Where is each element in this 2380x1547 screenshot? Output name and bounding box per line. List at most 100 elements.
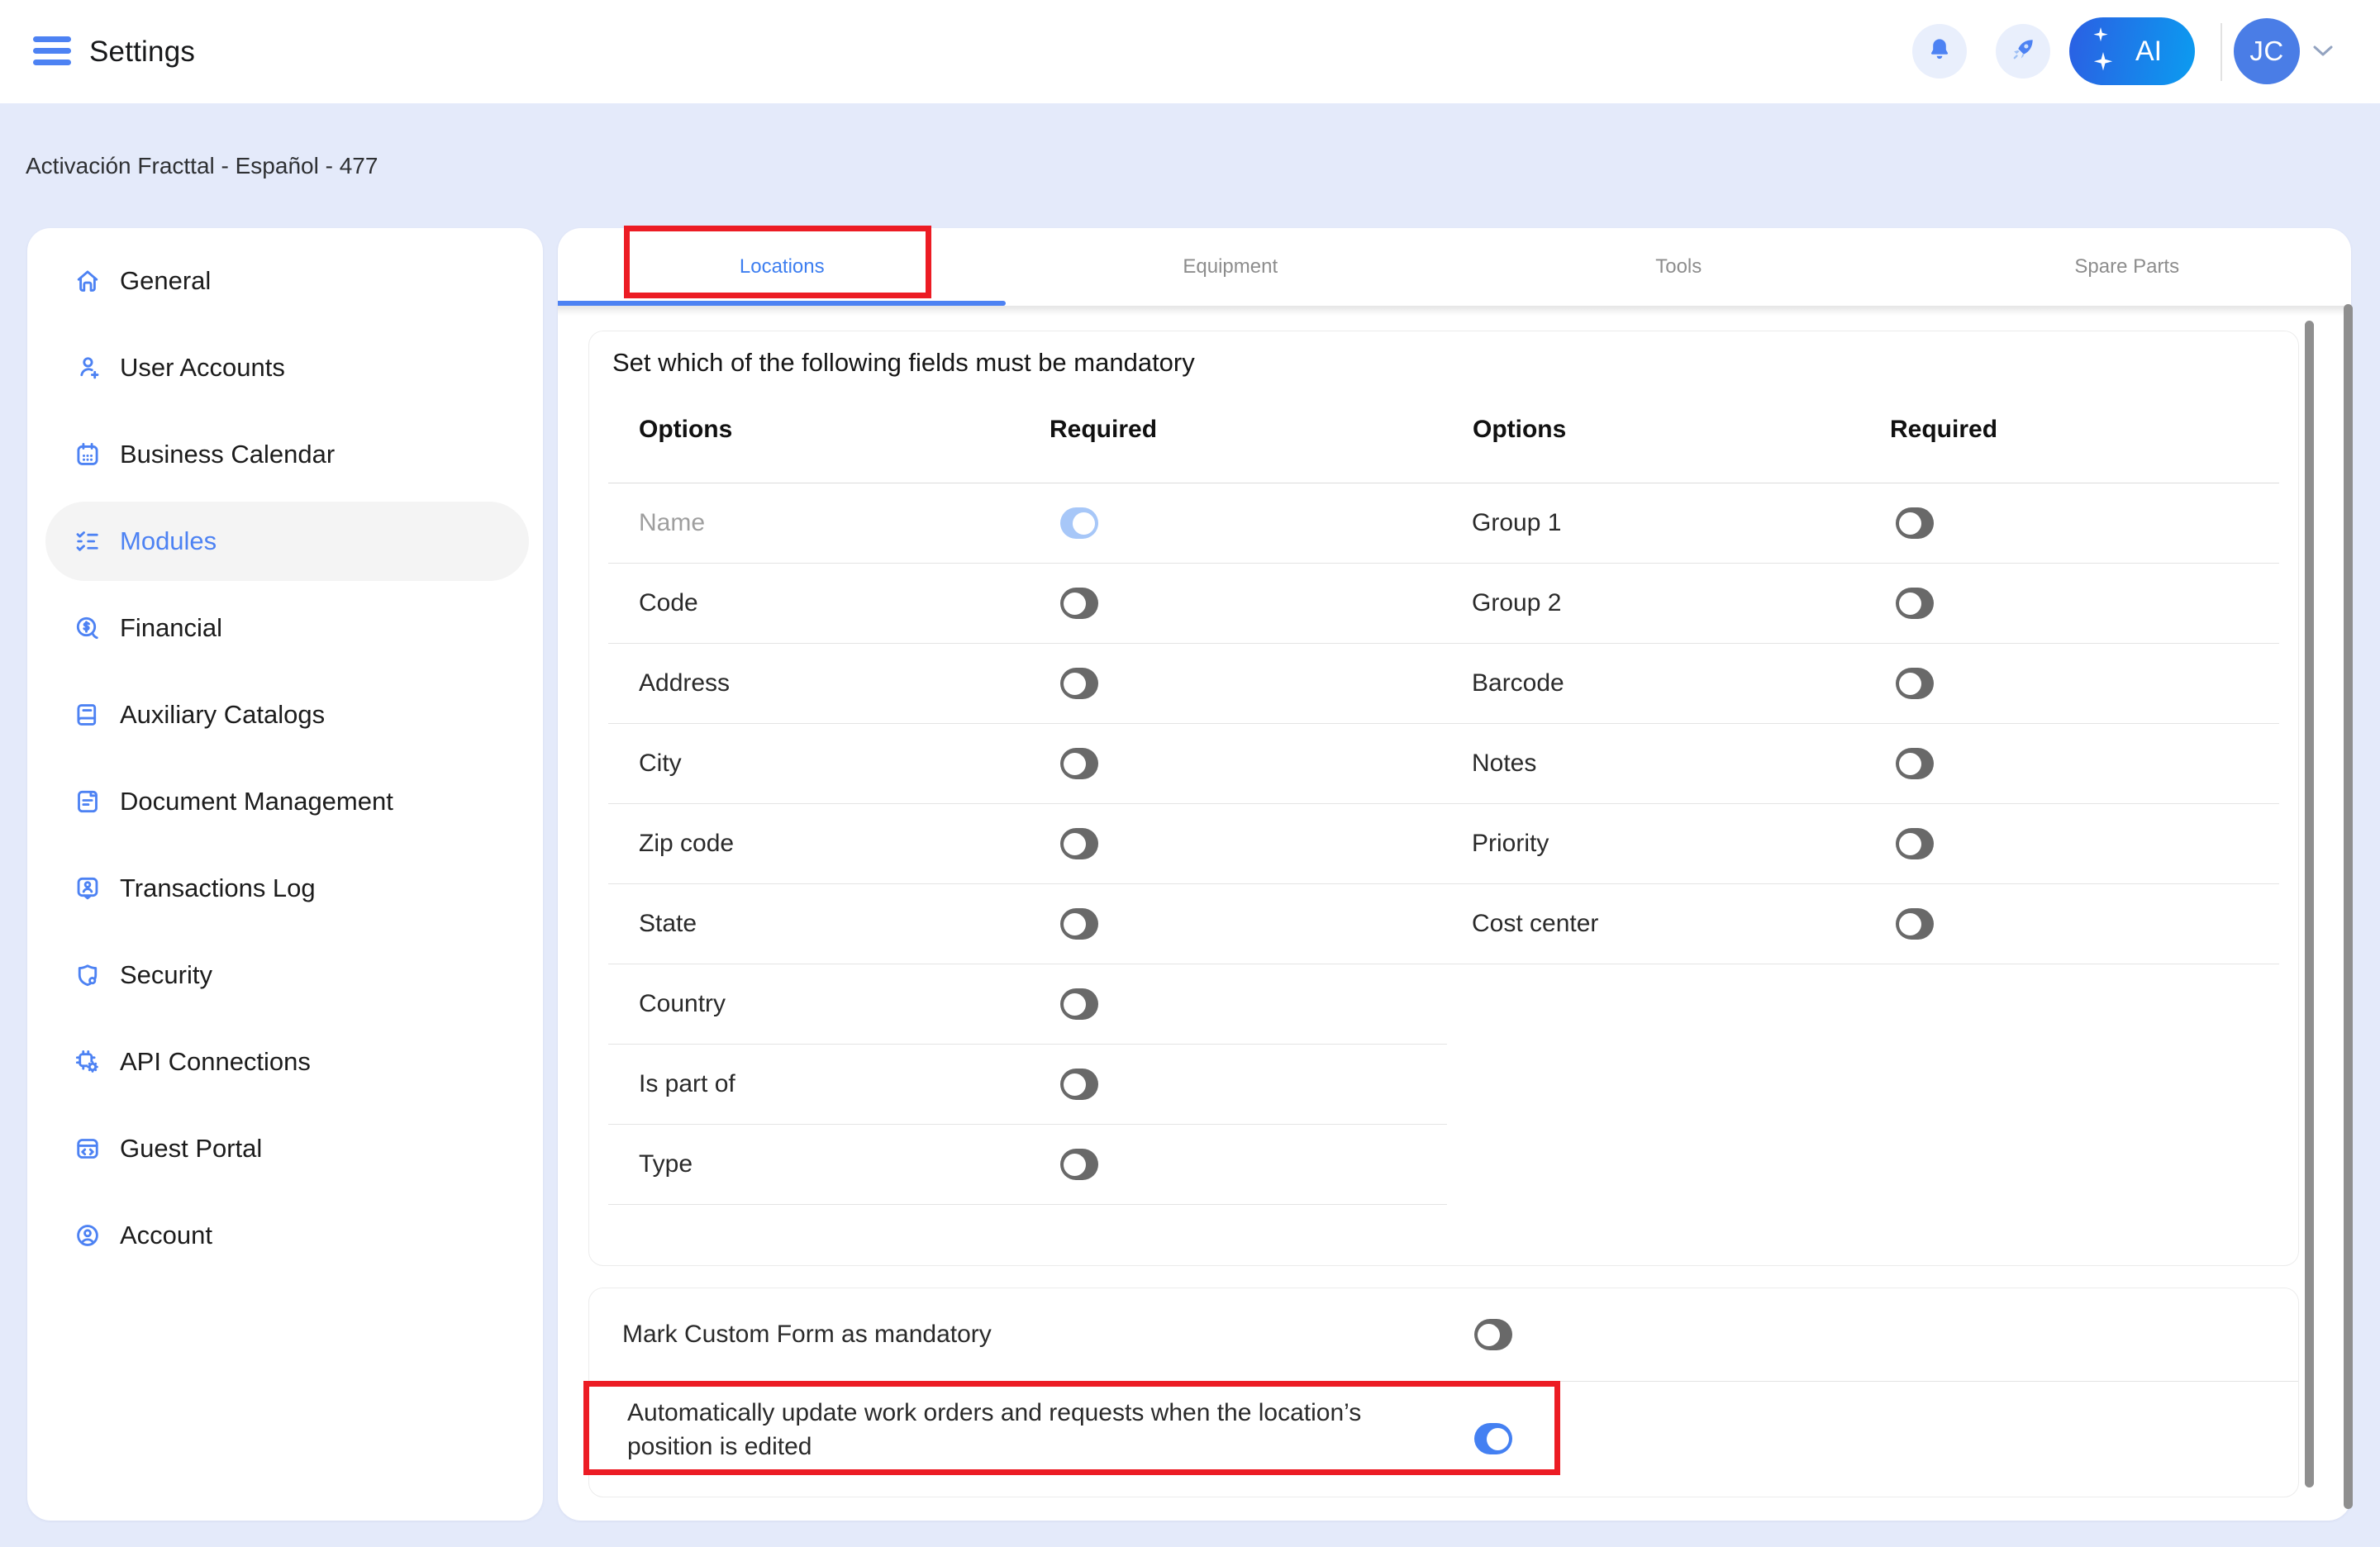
field-row-zip-code: Zip code: [608, 804, 1447, 884]
tab-tools[interactable]: Tools: [1454, 228, 1903, 306]
tab-locations[interactable]: Locations: [558, 228, 1007, 306]
field-label: Address: [639, 669, 730, 697]
toggle-group-2[interactable]: [1896, 588, 1934, 619]
toggle-notes[interactable]: [1896, 748, 1934, 779]
field-row-cost-center: Cost center: [1447, 884, 2279, 964]
sidebar-item-label: Document Management: [120, 787, 393, 816]
bell-icon: [1925, 35, 1954, 69]
sidebar-item-modules[interactable]: Modules: [45, 502, 529, 581]
sidebar-item-api-connections[interactable]: API Connections: [45, 1022, 529, 1102]
sidebar-item-label: Transactions Log: [120, 873, 316, 903]
form-options-panel: Mark Custom Form as mandatory Automatica…: [588, 1288, 2299, 1497]
sidebar-item-general[interactable]: General: [45, 241, 529, 321]
toggle-zip-code[interactable]: [1060, 828, 1098, 859]
field-row-code: Code: [608, 564, 1447, 644]
sidebar-item-financial[interactable]: Financial: [45, 588, 529, 668]
outer-scrollbar[interactable]: [2344, 304, 2353, 1509]
custom-form-label: Mark Custom Form as mandatory: [622, 1321, 992, 1349]
whats-new-button[interactable]: [1996, 24, 2050, 79]
field-label: Barcode: [1472, 669, 1564, 697]
chevron-down-icon[interactable]: [2311, 44, 2335, 63]
ai-button-label: AI: [2135, 36, 2162, 68]
sparkles-icon: [2087, 26, 2117, 78]
field-label: Type: [639, 1150, 693, 1178]
column-header-options-2: Options: [1473, 416, 1566, 444]
sidebar-item-business-calendar[interactable]: Business Calendar: [45, 415, 529, 494]
module-tabs: LocationsEquipmentToolsSpare Parts: [558, 228, 2351, 306]
context-bar: Activación Fracttal - Español - 477 Save: [0, 103, 2380, 228]
home-icon: [73, 266, 102, 296]
header-divider: [2221, 23, 2222, 81]
sidebar-item-guest-portal[interactable]: Guest Portal: [45, 1109, 529, 1188]
field-row-country: Country: [608, 964, 1447, 1045]
notifications-button[interactable]: [1912, 24, 1967, 79]
field-label: State: [639, 910, 697, 938]
account-icon: [73, 1221, 102, 1250]
toggle-type[interactable]: [1060, 1149, 1098, 1180]
sidebar-item-label: General: [120, 266, 211, 296]
toggle-is-part-of[interactable]: [1060, 1069, 1098, 1100]
sidebar-item-security[interactable]: Security: [45, 935, 529, 1015]
toggle-code[interactable]: [1060, 588, 1098, 619]
coin-icon: [73, 613, 102, 643]
toggle-auto-update[interactable]: [1474, 1423, 1512, 1454]
toggle-mark-custom-form[interactable]: [1474, 1319, 1512, 1350]
field-label: Cost center: [1472, 910, 1598, 938]
user-plus-icon: [73, 353, 102, 383]
field-row-type: Type: [608, 1125, 1447, 1205]
field-label: Is part of: [639, 1070, 735, 1098]
field-row-group-2: Group 2: [1447, 564, 2279, 644]
sidebar-item-label: Auxiliary Catalogs: [120, 700, 325, 730]
field-label: Code: [639, 589, 698, 617]
toggle-priority[interactable]: [1896, 828, 1934, 859]
user-avatar[interactable]: JC: [2234, 18, 2300, 84]
field-row-priority: Priority: [1447, 804, 2279, 884]
badge-icon: [73, 873, 102, 903]
sidebar-item-transactions-log[interactable]: Transactions Log: [45, 849, 529, 928]
sidebar-item-label: Modules: [120, 526, 217, 556]
rocket-icon: [2008, 35, 2038, 69]
calendar-icon: [73, 440, 102, 469]
sidebar-item-document-management[interactable]: Document Management: [45, 762, 529, 841]
column-header-options: Options: [639, 416, 732, 444]
toggle-address[interactable]: [1060, 668, 1098, 699]
document-icon: [73, 787, 102, 816]
shield-icon: [73, 960, 102, 990]
toggle-city[interactable]: [1060, 748, 1098, 779]
hamburger-menu-icon[interactable]: [33, 35, 73, 68]
field-row-city: City: [608, 724, 1447, 804]
sidebar-item-label: API Connections: [120, 1047, 311, 1077]
top-header: Settings: [0, 0, 2380, 103]
settings-sidebar: General User Accounts Business Calendar Mod…: [27, 228, 543, 1521]
sidebar-item-auxiliary-catalogs[interactable]: Auxiliary Catalogs: [45, 675, 529, 754]
sidebar-item-user-accounts[interactable]: User Accounts: [45, 328, 529, 407]
toggle-name[interactable]: [1060, 507, 1098, 539]
field-row-name: Name: [608, 483, 1447, 564]
checklist-icon: [73, 526, 102, 556]
tab-equipment[interactable]: Equipment: [1007, 228, 1455, 306]
tab-spare-parts[interactable]: Spare Parts: [1903, 228, 2352, 306]
sidebar-item-label: Business Calendar: [120, 440, 335, 469]
ai-assistant-button[interactable]: AI: [2069, 17, 2195, 85]
toggle-group-1[interactable]: [1896, 507, 1934, 539]
field-row-barcode: Barcode: [1447, 644, 2279, 724]
sidebar-item-account[interactable]: Account: [45, 1196, 529, 1275]
field-label: Group 2: [1472, 589, 1561, 617]
sidebar-item-label: Guest Portal: [120, 1134, 262, 1164]
field-row-is-part-of: Is part of: [608, 1045, 1447, 1125]
column-header-required-2: Required: [1890, 416, 1997, 444]
toggle-country[interactable]: [1060, 988, 1098, 1020]
toggle-barcode[interactable]: [1896, 668, 1934, 699]
field-label: Group 1: [1472, 509, 1561, 537]
field-label: Name: [639, 509, 705, 537]
toggle-cost-center[interactable]: [1896, 908, 1934, 940]
chip-icon: [73, 1047, 102, 1077]
active-tab-indicator: [558, 301, 1006, 306]
book-icon: [73, 700, 102, 730]
fields-table-left: Name Code Address CityZip code State Country I…: [608, 483, 1447, 1205]
mandatory-fields-panel: Set which of the following fields must b…: [588, 331, 2299, 1266]
settings-page: Settings: [0, 0, 2380, 1547]
toggle-state[interactable]: [1060, 908, 1098, 940]
sidebar-item-label: Account: [120, 1221, 212, 1250]
inner-scrollbar[interactable]: [2305, 321, 2314, 1488]
